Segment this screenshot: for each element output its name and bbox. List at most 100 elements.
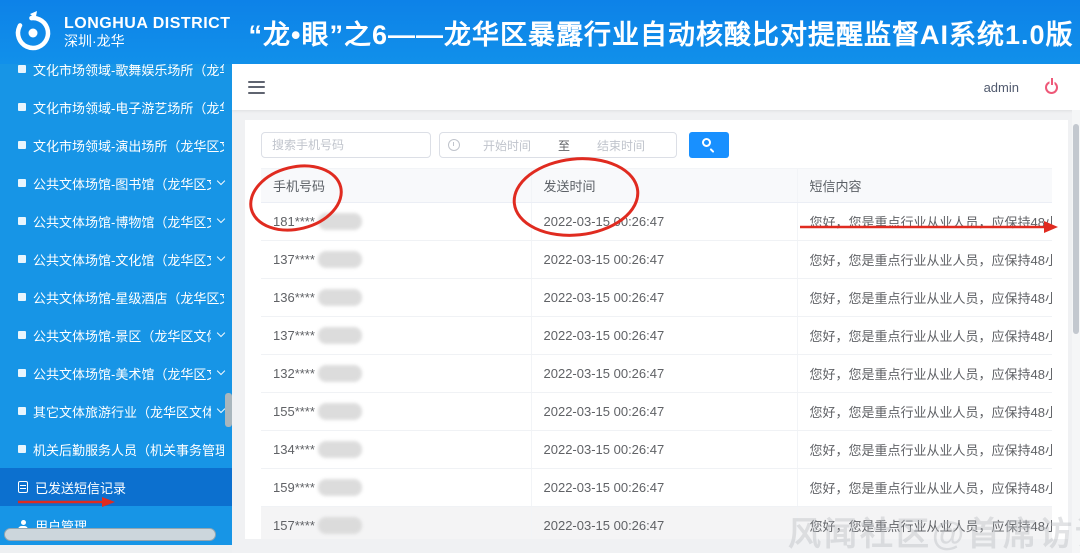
sidebar-item[interactable]: 文化市场领域-演出场所（龙华区文体局）: [0, 126, 232, 164]
redacted-blur: [317, 213, 362, 230]
phone-search-input[interactable]: [261, 132, 431, 158]
sidebar-item[interactable]: 文化市场领域-电子游艺场所（龙华区文体局）: [0, 88, 232, 126]
table-body: 181**** 2022-03-15 00:26:47 您好，您是重点行业从业人…: [261, 202, 1052, 539]
square-icon: [18, 217, 26, 225]
range-separator-label: 至: [558, 138, 571, 153]
redacted-blur: [317, 365, 362, 382]
sidebar-item[interactable]: 文化市场领域-歌舞娱乐场所（龙华区文体局）: [0, 64, 232, 88]
sidebar-item-label: 文化市场领域-演出场所（龙华区文体局）: [33, 138, 224, 154]
send-time: 2022-03-15 00:26:47: [531, 240, 798, 279]
table-row: 159**** 2022-03-15 00:26:47 您好，您是重点行业从业人…: [261, 468, 1052, 507]
search-button[interactable]: [689, 132, 729, 158]
square-icon: [18, 65, 26, 73]
table-row: 132**** 2022-03-15 00:26:47 您好，您是重点行业从业人…: [261, 354, 1052, 393]
logo-title: LONGHUA DISTRICT: [64, 14, 231, 32]
redacted-blur: [317, 441, 362, 458]
sidebar-item[interactable]: 公共文体场馆-星级酒店（龙华区文体局）: [0, 278, 232, 316]
table-row: 134**** 2022-03-15 00:26:47 您好，您是重点行业从业人…: [261, 430, 1052, 469]
column-header-send-time: 发送时间: [531, 168, 798, 203]
content-scrollbar-thumb[interactable]: [1073, 124, 1079, 334]
redacted-blur: [317, 289, 362, 306]
redacted-blur: [317, 327, 362, 344]
sidebar-item-label: 文化市场领域-歌舞娱乐场所（龙华区文体局）: [33, 64, 224, 78]
square-icon: [18, 445, 26, 453]
phone-number: 155****: [273, 404, 315, 419]
sms-content: 您好，您是重点行业从业人员，应保持48小时核酸检测。 ...: [797, 202, 1052, 241]
send-time: 2022-03-15 00:26:47: [531, 278, 798, 317]
search-icon: [702, 138, 711, 147]
sidebar-item[interactable]: 公共文体场馆-图书馆（龙华区文体局）: [0, 164, 232, 202]
end-time-field[interactable]: 结束时间: [574, 137, 668, 154]
redacted-blur: [317, 251, 362, 268]
table-row: 137**** 2022-03-15 00:26:47 您好，您是重点行业从业人…: [261, 316, 1052, 355]
sidebar-item-label: 公共文体场馆-美术馆（龙华区文体局）: [33, 366, 211, 382]
phone-number: 157****: [273, 518, 315, 533]
menu-toggle-icon[interactable]: [248, 80, 265, 94]
sms-content: 您好，您是重点行业从业人员，应保持48小时核酸检测。 ...: [797, 392, 1052, 431]
table-header-row: 手机号码 发送时间 短信内容: [261, 168, 1052, 203]
app-header: LONGHUA DISTRICT 深圳·龙华 “龙•眼”之6——龙华区暴露行业自…: [0, 0, 1080, 64]
send-time: 2022-03-15 00:26:47: [531, 430, 798, 469]
start-time-field[interactable]: 开始时间: [460, 137, 554, 154]
sidebar-item-label: 公共文体场馆-星级酒店（龙华区文体局）: [33, 290, 224, 306]
column-header-phone: 手机号码: [261, 168, 532, 203]
square-icon: [18, 331, 26, 339]
phone-number: 136****: [273, 290, 315, 305]
square-icon: [18, 179, 26, 187]
sidebar-item[interactable]: 公共文体场馆-文化馆（龙华区文体局）: [0, 240, 232, 278]
sidebar-item[interactable]: 已发送短信记录: [0, 468, 232, 506]
square-icon: [18, 141, 26, 149]
phone-number: 132****: [273, 366, 315, 381]
sidebar-item[interactable]: 其它文体旅游行业（龙华区文体局）: [0, 392, 232, 430]
phone-number: 181****: [273, 214, 315, 229]
column-header-sms-content: 短信内容: [797, 168, 1052, 203]
send-time: 2022-03-15 00:26:47: [531, 316, 798, 355]
sidebar-nav: 文化市场领域-歌舞娱乐场所（龙华区文体局） 文化市场领域-电子游艺场所（龙华区文…: [0, 64, 232, 545]
square-icon: [18, 407, 26, 415]
filter-bar: 开始时间 至 结束时间: [261, 132, 1052, 158]
chevron-down-icon: [216, 252, 226, 262]
logo-subtitle: 深圳·龙华: [64, 33, 125, 50]
chevron-down-icon: [216, 176, 226, 186]
table-row: 136**** 2022-03-15 00:26:47 您好，您是重点行业从业人…: [261, 278, 1052, 317]
logo-text: LONGHUA DISTRICT 深圳·龙华: [64, 15, 231, 50]
redacted-blur: [317, 403, 362, 420]
sidebar-horizontal-scrollbar[interactable]: [4, 528, 216, 541]
send-time: 2022-03-15 00:26:47: [531, 354, 798, 393]
sms-content: 您好，您是重点行业从业人员，应保持48小时核酸检测。 ...: [797, 316, 1052, 355]
sms-content: 您好，您是重点行业从业人员，应保持48小时核酸检测。 ...: [797, 240, 1052, 279]
username-label[interactable]: admin: [984, 80, 1019, 95]
doc-icon: [18, 481, 28, 493]
clock-icon: [448, 139, 460, 151]
sidebar-item[interactable]: 机关后勤服务人员（机关事务管理中心）: [0, 430, 232, 468]
send-time: 2022-03-15 00:26:47: [531, 506, 798, 539]
chevron-down-icon: [216, 328, 226, 338]
sidebar-item[interactable]: 公共文体场馆-美术馆（龙华区文体局）: [0, 354, 232, 392]
table-row: 157**** 2022-03-15 00:26:47 您好，您是重点行业从业人…: [261, 506, 1052, 539]
sidebar-item-label: 其它文体旅游行业（龙华区文体局）: [33, 404, 211, 420]
sidebar-item[interactable]: 公共文体场馆-景区（龙华区文体局）: [0, 316, 232, 354]
send-time: 2022-03-15 00:26:47: [531, 468, 798, 507]
phone-number: 137****: [273, 252, 315, 267]
square-icon: [18, 103, 26, 111]
sms-content: 您好，您是重点行业从业人员，应保持48小时核酸检测。 ...: [797, 506, 1052, 539]
table-row: 137**** 2022-03-15 00:26:47 您好，您是重点行业从业人…: [261, 240, 1052, 279]
sidebar-item-label: 机关后勤服务人员（机关事务管理中心）: [33, 442, 224, 458]
records-panel: 开始时间 至 结束时间 手机号码 发送时间 短信内容: [245, 120, 1068, 539]
sidebar-item-label: 文化市场领域-电子游艺场所（龙华区文体局）: [33, 100, 224, 116]
phone-number: 134****: [273, 442, 315, 457]
sidebar-item[interactable]: 公共文体场馆-博物馆（龙华区文体局）: [0, 202, 232, 240]
main-content: admin 开始时间 至 结束时间: [232, 64, 1080, 553]
chevron-down-icon: [216, 404, 226, 414]
sidebar-item-label: 已发送短信记录: [35, 480, 127, 496]
sms-content: 您好，您是重点行业从业人员，应保持48小时核酸检测。 ...: [797, 278, 1052, 317]
square-icon: [18, 293, 26, 301]
send-time: 2022-03-15 00:26:47: [531, 202, 798, 241]
send-time: 2022-03-15 00:26:47: [531, 392, 798, 431]
redacted-blur: [317, 517, 362, 534]
sidebar-vertical-scrollbar[interactable]: [225, 393, 232, 427]
logout-power-icon[interactable]: [1045, 77, 1058, 94]
sidebar-item-label: 公共文体场馆-图书馆（龙华区文体局）: [33, 176, 211, 192]
date-range-picker[interactable]: 开始时间 至 结束时间: [439, 132, 677, 158]
sidebar-item-label: 公共文体场馆-文化馆（龙华区文体局）: [33, 252, 211, 268]
